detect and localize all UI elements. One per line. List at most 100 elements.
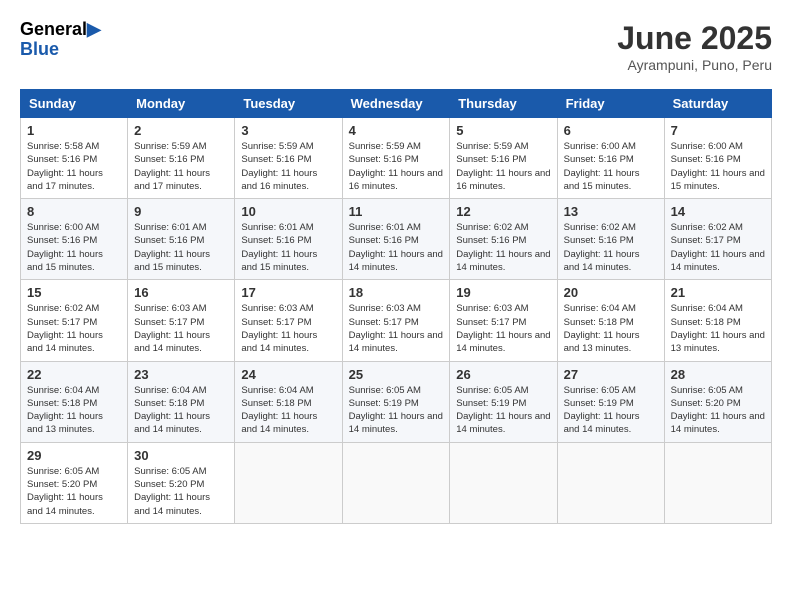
weekday-header-row: SundayMondayTuesdayWednesdayThursdayFrid… xyxy=(21,90,772,118)
day-info: Sunrise: 6:00 AMSunset: 5:16 PMDaylight:… xyxy=(671,140,765,193)
day-info: Sunrise: 6:02 AMSunset: 5:17 PMDaylight:… xyxy=(671,221,765,274)
day-info: Sunrise: 6:05 AMSunset: 5:20 PMDaylight:… xyxy=(27,465,121,518)
day-info: Sunrise: 6:03 AMSunset: 5:17 PMDaylight:… xyxy=(456,302,550,355)
day-info: Sunrise: 6:00 AMSunset: 5:16 PMDaylight:… xyxy=(27,221,121,274)
calendar-cell xyxy=(342,442,450,523)
day-number: 15 xyxy=(27,285,121,300)
day-info: Sunrise: 6:02 AMSunset: 5:16 PMDaylight:… xyxy=(456,221,550,274)
day-number: 24 xyxy=(241,367,335,382)
day-info: Sunrise: 6:02 AMSunset: 5:17 PMDaylight:… xyxy=(27,302,121,355)
calendar-cell: 4 Sunrise: 5:59 AMSunset: 5:16 PMDaylight… xyxy=(342,118,450,199)
day-info: Sunrise: 6:05 AMSunset: 5:19 PMDaylight:… xyxy=(456,384,550,437)
day-number: 18 xyxy=(349,285,444,300)
day-info: Sunrise: 6:01 AMSunset: 5:16 PMDaylight:… xyxy=(349,221,444,274)
day-info: Sunrise: 6:05 AMSunset: 5:20 PMDaylight:… xyxy=(134,465,228,518)
calendar-cell xyxy=(235,442,342,523)
day-info: Sunrise: 6:04 AMSunset: 5:18 PMDaylight:… xyxy=(671,302,765,355)
calendar-cell: 28Sunrise: 6:05 AMSunset: 5:20 PMDayligh… xyxy=(664,361,771,442)
day-number: 17 xyxy=(241,285,335,300)
logo-general: General▶ xyxy=(20,20,101,40)
calendar-cell: 8 Sunrise: 6:00 AMSunset: 5:16 PMDaylight… xyxy=(21,199,128,280)
logo-blue: Blue xyxy=(20,40,101,60)
calendar-cell: 24 Sunrise: 6:04 AMSunset: 5:18 PMDayligh… xyxy=(235,361,342,442)
calendar-cell: 25Sunrise: 6:05 AMSunset: 5:19 PMDayligh… xyxy=(342,361,450,442)
day-number: 14 xyxy=(671,204,765,219)
calendar-cell: 19 Sunrise: 6:03 AMSunset: 5:17 PMDayligh… xyxy=(450,280,557,361)
day-number: 1 xyxy=(27,123,121,138)
calendar-cell: 13 Sunrise: 6:02 AMSunset: 5:16 PMDayligh… xyxy=(557,199,664,280)
calendar-cell: 2 Sunrise: 5:59 AMSunset: 5:16 PMDaylight… xyxy=(128,118,235,199)
logo-text: General▶ Blue xyxy=(20,20,101,60)
day-info: Sunrise: 5:59 AMSunset: 5:16 PMDaylight:… xyxy=(456,140,550,193)
weekday-header-friday: Friday xyxy=(557,90,664,118)
weekday-header-saturday: Saturday xyxy=(664,90,771,118)
day-number: 13 xyxy=(564,204,658,219)
calendar-cell: 15 Sunrise: 6:02 AMSunset: 5:17 PMDayligh… xyxy=(21,280,128,361)
day-number: 2 xyxy=(134,123,228,138)
calendar-cell xyxy=(557,442,664,523)
location-subtitle: Ayrampuni, Puno, Peru xyxy=(617,57,772,73)
day-number: 5 xyxy=(456,123,550,138)
weekday-header-wednesday: Wednesday xyxy=(342,90,450,118)
day-info: Sunrise: 6:02 AMSunset: 5:16 PMDaylight:… xyxy=(564,221,658,274)
day-number: 23 xyxy=(134,367,228,382)
day-number: 3 xyxy=(241,123,335,138)
calendar-week-4: 22 Sunrise: 6:04 AMSunset: 5:18 PMDayligh… xyxy=(21,361,772,442)
day-info: Sunrise: 6:03 AMSunset: 5:17 PMDaylight:… xyxy=(349,302,444,355)
calendar-cell: 21 Sunrise: 6:04 AMSunset: 5:18 PMDayligh… xyxy=(664,280,771,361)
calendar-cell: 22 Sunrise: 6:04 AMSunset: 5:18 PMDayligh… xyxy=(21,361,128,442)
calendar-table: SundayMondayTuesdayWednesdayThursdayFrid… xyxy=(20,89,772,524)
calendar-cell: 6Sunrise: 6:00 AMSunset: 5:16 PMDaylight… xyxy=(557,118,664,199)
day-info: Sunrise: 6:04 AMSunset: 5:18 PMDaylight:… xyxy=(564,302,658,355)
day-number: 7 xyxy=(671,123,765,138)
day-number: 22 xyxy=(27,367,121,382)
calendar-cell: 26Sunrise: 6:05 AMSunset: 5:19 PMDayligh… xyxy=(450,361,557,442)
day-number: 16 xyxy=(134,285,228,300)
day-number: 21 xyxy=(671,285,765,300)
day-number: 28 xyxy=(671,367,765,382)
calendar-cell: 1 Sunrise: 5:58 AMSunset: 5:16 PMDaylight… xyxy=(21,118,128,199)
day-number: 8 xyxy=(27,204,121,219)
day-number: 29 xyxy=(27,448,121,463)
day-number: 12 xyxy=(456,204,550,219)
title-block: June 2025 Ayrampuni, Puno, Peru xyxy=(617,20,772,73)
calendar-cell xyxy=(664,442,771,523)
day-info: Sunrise: 6:01 AMSunset: 5:16 PMDaylight:… xyxy=(241,221,335,274)
day-number: 25 xyxy=(349,367,444,382)
weekday-header-monday: Monday xyxy=(128,90,235,118)
calendar-week-2: 8 Sunrise: 6:00 AMSunset: 5:16 PMDaylight… xyxy=(21,199,772,280)
calendar-cell xyxy=(450,442,557,523)
day-number: 20 xyxy=(564,285,658,300)
day-info: Sunrise: 6:04 AMSunset: 5:18 PMDaylight:… xyxy=(27,384,121,437)
day-info: Sunrise: 5:59 AMSunset: 5:16 PMDaylight:… xyxy=(241,140,335,193)
calendar-week-3: 15 Sunrise: 6:02 AMSunset: 5:17 PMDayligh… xyxy=(21,280,772,361)
logo: General▶ Blue xyxy=(20,20,101,60)
month-title: June 2025 xyxy=(617,20,772,57)
weekday-header-sunday: Sunday xyxy=(21,90,128,118)
calendar-cell: 10 Sunrise: 6:01 AMSunset: 5:16 PMDayligh… xyxy=(235,199,342,280)
calendar-cell: 27Sunrise: 6:05 AMSunset: 5:19 PMDayligh… xyxy=(557,361,664,442)
calendar-cell: 14 Sunrise: 6:02 AMSunset: 5:17 PMDayligh… xyxy=(664,199,771,280)
day-number: 4 xyxy=(349,123,444,138)
day-info: Sunrise: 6:04 AMSunset: 5:18 PMDaylight:… xyxy=(134,384,228,437)
day-info: Sunrise: 5:59 AMSunset: 5:16 PMDaylight:… xyxy=(349,140,444,193)
day-info: Sunrise: 6:03 AMSunset: 5:17 PMDaylight:… xyxy=(134,302,228,355)
day-info: Sunrise: 6:01 AMSunset: 5:16 PMDaylight:… xyxy=(134,221,228,274)
calendar-cell: 11Sunrise: 6:01 AMSunset: 5:16 PMDayligh… xyxy=(342,199,450,280)
day-number: 19 xyxy=(456,285,550,300)
day-info: Sunrise: 5:58 AMSunset: 5:16 PMDaylight:… xyxy=(27,140,121,193)
day-info: Sunrise: 6:00 AMSunset: 5:16 PMDaylight:… xyxy=(564,140,658,193)
calendar-cell: 12 Sunrise: 6:02 AMSunset: 5:16 PMDayligh… xyxy=(450,199,557,280)
day-info: Sunrise: 5:59 AMSunset: 5:16 PMDaylight:… xyxy=(134,140,228,193)
day-number: 10 xyxy=(241,204,335,219)
day-info: Sunrise: 6:03 AMSunset: 5:17 PMDaylight:… xyxy=(241,302,335,355)
page-header: General▶ Blue June 2025 Ayrampuni, Puno,… xyxy=(20,20,772,73)
day-info: Sunrise: 6:04 AMSunset: 5:18 PMDaylight:… xyxy=(241,384,335,437)
weekday-header-thursday: Thursday xyxy=(450,90,557,118)
calendar-cell: 30Sunrise: 6:05 AMSunset: 5:20 PMDayligh… xyxy=(128,442,235,523)
day-number: 9 xyxy=(134,204,228,219)
calendar-cell: 23 Sunrise: 6:04 AMSunset: 5:18 PMDayligh… xyxy=(128,361,235,442)
calendar-week-5: 29 Sunrise: 6:05 AMSunset: 5:20 PMDayligh… xyxy=(21,442,772,523)
calendar-cell: 3 Sunrise: 5:59 AMSunset: 5:16 PMDaylight… xyxy=(235,118,342,199)
day-info: Sunrise: 6:05 AMSunset: 5:19 PMDaylight:… xyxy=(564,384,658,437)
